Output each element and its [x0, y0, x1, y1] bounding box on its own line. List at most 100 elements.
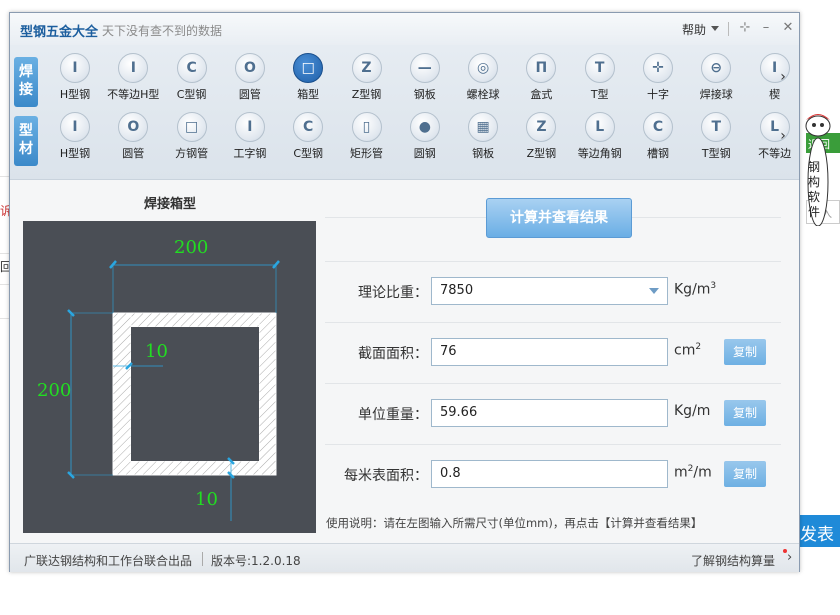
- shape-icon: O: [234, 53, 265, 83]
- row-label-profile: 型材: [14, 116, 38, 166]
- tool-label: C型钢: [293, 147, 324, 160]
- tool-0-1[interactable]: I 不等边H型: [105, 53, 161, 109]
- tool-0-12[interactable]: I楔: [747, 53, 803, 109]
- tool-1-8[interactable]: Z Z型钢: [513, 112, 569, 168]
- copy-button[interactable]: 复制: [724, 461, 766, 487]
- tool-0-4[interactable]: □ 箱型: [280, 53, 336, 109]
- result-field[interactable]: 76: [431, 338, 668, 366]
- tool-label: 箱型: [297, 88, 320, 101]
- tool-1-4[interactable]: C C型钢: [280, 112, 336, 168]
- field-label: 单位重量：: [358, 407, 428, 423]
- box-section-svg: 200 200 10 10: [37, 237, 280, 521]
- app-subtitle: 天下没有查不到的数据: [102, 24, 223, 38]
- tool-0-6[interactable]: — 钢板: [397, 53, 453, 109]
- app-title: 型钢五金大全: [20, 25, 99, 40]
- unit-text: cm: [674, 342, 696, 359]
- tool-0-0[interactable]: I H型钢: [47, 53, 103, 109]
- copy-button[interactable]: 复制: [724, 339, 766, 365]
- tool-label: 等边角钢: [577, 147, 622, 160]
- calculate-button[interactable]: 计算并查看结果: [486, 198, 632, 238]
- tool-1-6[interactable]: ● 圆钢: [397, 112, 453, 168]
- tool-label: 钢板: [472, 147, 495, 160]
- tool-label: 方钢管: [175, 147, 209, 160]
- shape-icon: ⊖: [701, 53, 732, 83]
- copy-button[interactable]: 复制: [724, 400, 766, 426]
- unit-text: m: [674, 464, 688, 481]
- learn-more-link[interactable]: 了解钢结构算量: [691, 552, 775, 569]
- tool-label: 不等边H型: [107, 88, 160, 101]
- tool-1-1[interactable]: O 圆管: [105, 112, 161, 168]
- tool-label: 圆管: [238, 88, 261, 101]
- field-label: 截面面积：: [358, 346, 428, 362]
- unit-text: Kg/m: [674, 403, 711, 419]
- density-select[interactable]: 7850: [431, 277, 668, 305]
- shape-icon: L: [584, 112, 615, 142]
- shape-icon: Z: [526, 112, 557, 142]
- mascot-text: 钢构软件: [808, 160, 821, 219]
- tool-label: 工字钢: [233, 147, 267, 160]
- tool-1-12[interactable]: L 不等边: [747, 112, 803, 168]
- tool-0-10[interactable]: ✛ 十字: [630, 53, 686, 109]
- shape-icon: C: [643, 112, 673, 142]
- tool-1-7[interactable]: ▦ 钢板: [455, 112, 511, 168]
- shape-icon: I: [118, 53, 149, 83]
- chevron-down-icon[interactable]: [711, 26, 719, 31]
- tool-label: T型: [590, 88, 609, 101]
- chevron-right-icon[interactable]: ›: [787, 550, 792, 565]
- tool-1-5[interactable]: ▯ 矩形管: [339, 112, 395, 168]
- pin-icon[interactable]: ⊹: [737, 20, 753, 36]
- tool-0-2[interactable]: C C型钢: [164, 53, 220, 109]
- shape-icon: ✛: [643, 53, 673, 83]
- close-icon[interactable]: ✕: [780, 20, 796, 36]
- tool-1-10[interactable]: C 槽钢: [630, 112, 686, 168]
- unit-superscript: 3: [710, 281, 717, 291]
- shape-icon: T: [701, 112, 732, 142]
- shape-icon: Π: [526, 53, 557, 83]
- tool-0-7[interactable]: ◎ 螺栓球: [455, 53, 511, 109]
- tool-1-11[interactable]: T T型钢: [688, 112, 744, 168]
- box-section-diagram: 200 200 10 10: [23, 221, 316, 533]
- result-field[interactable]: 59.66: [431, 399, 668, 427]
- tool-1-3[interactable]: I 工字钢: [222, 112, 278, 168]
- tool-label: Z型钢: [526, 147, 557, 160]
- tool-0-9[interactable]: T T型: [572, 53, 628, 109]
- minimize-icon[interactable]: –: [758, 20, 774, 36]
- tool-label: 矩形管: [350, 147, 383, 160]
- tool-label: 圆钢: [413, 147, 436, 160]
- height-dimension-label[interactable]: 200: [37, 380, 71, 401]
- tool-label: H型钢: [59, 147, 91, 160]
- tool-0-11[interactable]: ⊖ 焊接球: [688, 53, 744, 109]
- unit-label: cm2: [674, 342, 701, 359]
- tool-label: 不等边: [758, 147, 792, 160]
- shape-toolbar: 焊接 I H型钢 I 不等边H型 C C型钢 O 圆管 □ 箱型 Z Z型钢 — 钢板 ◎ 螺栓球 Π 盒式 T T型…: [10, 45, 799, 180]
- field-value: 76: [440, 344, 457, 359]
- unit-text: Kg/m: [674, 281, 711, 298]
- web-thickness-label[interactable]: 10: [145, 341, 168, 362]
- left-web: [112, 312, 132, 476]
- tool-1-2[interactable]: □ 方钢管: [164, 112, 220, 168]
- help-menu[interactable]: 帮助: [682, 21, 706, 38]
- unit-label: Kg/m3: [674, 281, 716, 298]
- result-field[interactable]: 0.8: [431, 460, 668, 488]
- flange-thickness-label[interactable]: 10: [195, 489, 218, 510]
- tool-label: 钢板: [413, 88, 436, 101]
- bottom-flange: [112, 460, 277, 476]
- scroll-right-icon[interactable]: ›: [776, 69, 790, 89]
- shape-icon: C: [293, 112, 324, 142]
- background-send-button[interactable]: 发表: [797, 515, 840, 547]
- field-label: 理论比重：: [358, 285, 428, 301]
- tool-0-3[interactable]: O 圆管: [222, 53, 278, 109]
- scroll-right-icon[interactable]: ›: [776, 128, 790, 148]
- shape-icon: □: [176, 112, 207, 142]
- chevron-down-icon[interactable]: [649, 288, 659, 294]
- tool-1-0[interactable]: I H型钢: [47, 112, 103, 168]
- right-web: [258, 312, 277, 476]
- tool-0-5[interactable]: Z Z型钢: [339, 53, 395, 109]
- diagram-title: 焊接箱型: [144, 197, 197, 212]
- tool-0-8[interactable]: Π 盒式: [513, 53, 569, 109]
- shape-icon: T: [584, 53, 615, 83]
- tool-1-9[interactable]: L 等边角钢: [572, 112, 628, 168]
- shape-icon: I: [234, 112, 265, 142]
- unit-label: Kg/m: [674, 403, 710, 419]
- width-dimension-label[interactable]: 200: [174, 237, 208, 258]
